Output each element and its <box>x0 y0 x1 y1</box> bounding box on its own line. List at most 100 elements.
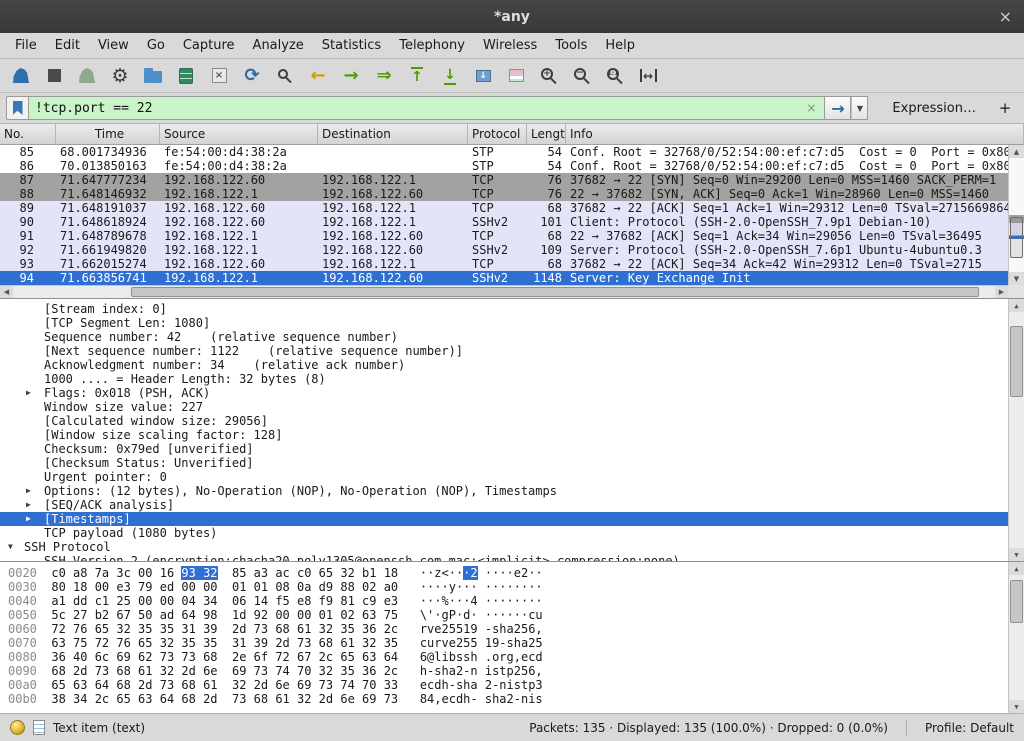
start-capture-button[interactable] <box>6 62 36 90</box>
detail-line[interactable]: [Calculated window size: 29056] <box>0 414 1008 428</box>
expand-toggle-icon[interactable]: ▶ <box>26 484 40 498</box>
hscroll-thumb[interactable] <box>131 287 979 297</box>
collapse-toggle-icon[interactable]: ▼ <box>8 540 22 554</box>
detail-line[interactable]: Urgent pointer: 0 <box>0 470 1008 484</box>
detail-line[interactable]: Window size value: 227 <box>0 400 1008 414</box>
open-file-button[interactable] <box>138 62 168 90</box>
go-first-button[interactable] <box>402 62 432 90</box>
scroll-down-icon[interactable]: ▼ <box>1009 272 1024 285</box>
scroll-right-icon[interactable]: ▶ <box>995 286 1008 298</box>
menu-item-capture[interactable]: Capture <box>174 33 244 58</box>
expand-toggle-icon[interactable]: ▶ <box>26 386 40 400</box>
detail-line[interactable]: [Stream index: 0] <box>0 302 1008 316</box>
scroll-up-icon[interactable]: ▲ <box>1009 299 1024 312</box>
scroll-up-icon[interactable]: ▲ <box>1009 562 1024 575</box>
column-header-no[interactable]: No. <box>0 124 56 144</box>
detail-line[interactable]: TCP payload (1080 bytes) <box>0 526 1008 540</box>
hex-line-00b0[interactable]: 00b0 38 34 2c 65 63 64 68 2d 73 68 61 32… <box>8 692 1024 706</box>
packet-row-87[interactable]: 8771.647777234192.168.122.60192.168.122.… <box>0 173 1008 187</box>
expression-button[interactable]: Expression… <box>882 96 986 120</box>
auto-scroll-button[interactable] <box>468 62 498 90</box>
hex-line-00a0[interactable]: 00a0 65 63 64 68 2d 73 68 61 32 2d 6e 69… <box>8 678 1024 692</box>
menu-item-help[interactable]: Help <box>596 33 644 58</box>
menu-item-go[interactable]: Go <box>138 33 174 58</box>
colorize-button[interactable] <box>501 62 531 90</box>
add-filter-button[interactable]: + <box>992 96 1018 120</box>
detail-line[interactable]: Checksum: 0x79ed [unverified] <box>0 442 1008 456</box>
hex-line-0060[interactable]: 0060 72 76 65 32 35 35 31 39 2d 73 68 61… <box>8 622 1024 636</box>
detail-line[interactable]: ▼SSH Protocol <box>0 540 1008 554</box>
detail-line[interactable]: SSH Version 2 (encryption:chacha20-poly1… <box>0 554 1008 561</box>
zoom-out-button[interactable] <box>567 62 597 90</box>
column-header-length[interactable]: Length <box>527 124 566 144</box>
column-header-info[interactable]: Info <box>566 124 1024 144</box>
stop-capture-button[interactable] <box>39 62 69 90</box>
menu-item-wireless[interactable]: Wireless <box>474 33 546 58</box>
packet-row-88[interactable]: 8871.648146932192.168.122.1192.168.122.6… <box>0 187 1008 201</box>
packet-row-93[interactable]: 9371.662015274192.168.122.60192.168.122.… <box>0 257 1008 271</box>
menu-item-edit[interactable]: Edit <box>46 33 89 58</box>
column-header-source[interactable]: Source <box>160 124 318 144</box>
find-packet-button[interactable] <box>270 62 300 90</box>
hex-line-0030[interactable]: 0030 80 18 00 e3 79 ed 00 00 01 01 08 0a… <box>8 580 1024 594</box>
detail-line[interactable]: ▶[SEQ/ACK analysis] <box>0 498 1008 512</box>
capture-comment-icon[interactable] <box>33 720 45 735</box>
expand-toggle-icon[interactable]: ▶ <box>26 512 40 526</box>
filter-bookmark-button[interactable] <box>6 96 28 120</box>
expert-info-icon[interactable] <box>10 720 25 735</box>
detail-line[interactable]: 1000 .... = Header Length: 32 bytes (8) <box>0 372 1008 386</box>
detail-line[interactable]: Sequence number: 42 (relative sequence n… <box>0 330 1008 344</box>
hex-line-0040[interactable]: 0040 a1 dd c1 25 00 00 04 34 06 14 f5 e8… <box>8 594 1024 608</box>
detail-line[interactable]: Acknowledgment number: 34 (relative ack … <box>0 358 1008 372</box>
go-to-packet-button[interactable] <box>369 62 399 90</box>
filter-apply-button[interactable]: → <box>825 96 851 120</box>
go-back-button[interactable] <box>303 62 333 90</box>
hex-line-0080[interactable]: 0080 36 40 6c 69 62 73 73 68 2e 6f 72 67… <box>8 650 1024 664</box>
vscroll-thumb[interactable] <box>1010 217 1023 258</box>
packet-row-91[interactable]: 9171.648789678192.168.122.1192.168.122.6… <box>0 229 1008 243</box>
capture-options-button[interactable] <box>105 62 135 90</box>
menu-item-tools[interactable]: Tools <box>546 33 596 58</box>
filter-dropdown-button[interactable]: ▼ <box>851 96 868 120</box>
scroll-down-icon[interactable]: ▼ <box>1009 700 1024 713</box>
packet-row-92[interactable]: 9271.661949820192.168.122.1192.168.122.6… <box>0 243 1008 257</box>
detail-line[interactable]: [Checksum Status: Unverified] <box>0 456 1008 470</box>
menu-item-statistics[interactable]: Statistics <box>313 33 390 58</box>
profile-label[interactable]: Profile: Default <box>925 721 1014 735</box>
packet-row-90[interactable]: 9071.648618924192.168.122.60192.168.122.… <box>0 215 1008 229</box>
resize-columns-button[interactable] <box>633 62 663 90</box>
reload-button[interactable] <box>237 62 267 90</box>
detail-line[interactable]: ▶[Timestamps] <box>0 512 1008 526</box>
hex-line-0050[interactable]: 0050 5c 27 b2 67 50 ad 64 98 1d 92 00 00… <box>8 608 1024 622</box>
close-capture-button[interactable] <box>204 62 234 90</box>
hex-scroll-thumb[interactable] <box>1010 580 1023 623</box>
detail-line[interactable]: ▶Flags: 0x018 (PSH, ACK) <box>0 386 1008 400</box>
detail-line[interactable]: [TCP Segment Len: 1080] <box>0 316 1008 330</box>
detail-line[interactable]: [Window size scaling factor: 128] <box>0 428 1008 442</box>
packet-row-85[interactable]: 8568.001734936fe:54:00:d4:38:2aSTP54Conf… <box>0 145 1008 159</box>
scroll-left-icon[interactable]: ◀ <box>0 286 13 298</box>
packet-row-89[interactable]: 8971.648191037192.168.122.60192.168.122.… <box>0 201 1008 215</box>
go-forward-button[interactable] <box>336 62 366 90</box>
menu-item-analyze[interactable]: Analyze <box>244 33 313 58</box>
column-header-time[interactable]: Time <box>56 124 160 144</box>
filter-input[interactable] <box>35 101 802 116</box>
detail-line[interactable]: [Next sequence number: 1122 (relative se… <box>0 344 1008 358</box>
save-file-button[interactable] <box>171 62 201 90</box>
hex-line-0090[interactable]: 0090 68 2d 73 68 61 32 2d 6e 69 73 74 70… <box>8 664 1024 678</box>
hex-line-0020[interactable]: 0020 c0 a8 7a 3c 00 16 93 32 85 a3 ac c0… <box>8 566 1024 580</box>
zoom-in-button[interactable] <box>534 62 564 90</box>
hex-line-0070[interactable]: 0070 63 75 72 76 65 32 35 35 31 39 2d 73… <box>8 636 1024 650</box>
expand-toggle-icon[interactable]: ▶ <box>26 498 40 512</box>
menu-item-file[interactable]: File <box>6 33 46 58</box>
scroll-up-icon[interactable]: ▲ <box>1009 145 1024 158</box>
packet-row-86[interactable]: 8670.013850163fe:54:00:d4:38:2aSTP54Conf… <box>0 159 1008 173</box>
menu-item-telephony[interactable]: Telephony <box>390 33 474 58</box>
filter-clear-icon[interactable]: × <box>802 101 820 115</box>
zoom-normal-button[interactable] <box>600 62 630 90</box>
details-scroll-thumb[interactable] <box>1010 326 1023 397</box>
column-header-destination[interactable]: Destination <box>318 124 468 144</box>
restart-capture-button[interactable] <box>72 62 102 90</box>
menu-item-view[interactable]: View <box>89 33 138 58</box>
column-header-protocol[interactable]: Protocol <box>468 124 527 144</box>
